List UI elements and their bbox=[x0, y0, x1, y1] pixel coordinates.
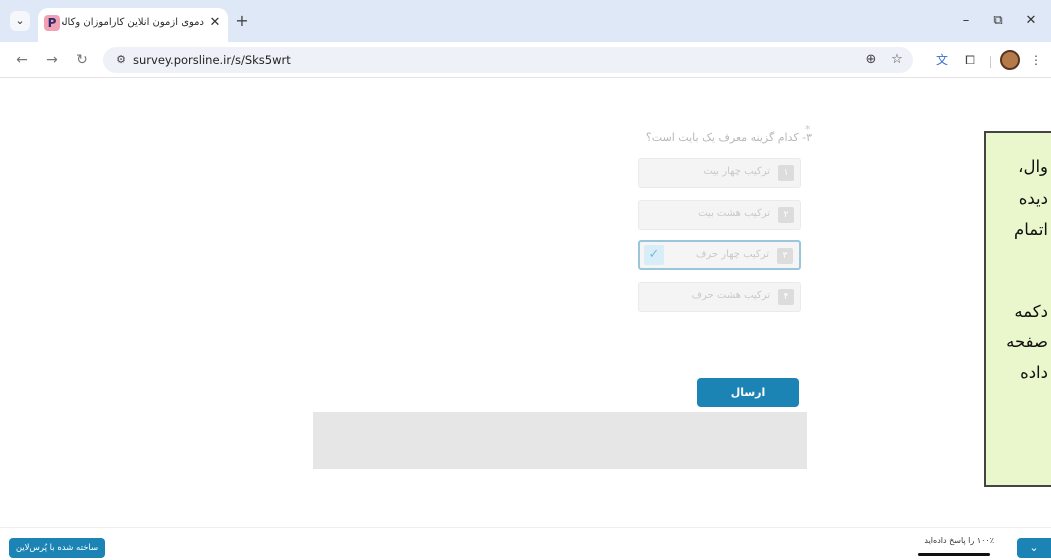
browser-tab[interactable]: P دموی آزمون آنلاین کارآموزان وکالت ✕ bbox=[38, 8, 228, 42]
new-tab-icon[interactable]: + bbox=[233, 12, 251, 30]
progress-bar bbox=[918, 553, 990, 556]
tab-title: دموی آزمون آنلاین کارآموزان وکالت bbox=[62, 17, 204, 28]
porsline-favicon-icon: P bbox=[44, 15, 60, 31]
tab-close-icon[interactable]: ✕ bbox=[206, 14, 224, 32]
toolbar-divider bbox=[990, 56, 991, 68]
site-info-icon[interactable]: ⚙ bbox=[111, 50, 131, 70]
translate-icon[interactable]: 文 bbox=[932, 50, 952, 70]
option-label: ترکیب هشت بیت bbox=[698, 208, 770, 219]
profile-avatar[interactable] bbox=[1000, 50, 1020, 70]
url-text[interactable]: survey.porsline.ir/s/Sks5wrt bbox=[133, 53, 291, 67]
option-number: ۴ bbox=[778, 289, 794, 305]
reload-icon[interactable]: ↻ bbox=[72, 50, 92, 70]
forward-icon[interactable]: → bbox=[42, 50, 62, 70]
survey-page: * ۳- کدام گزینه معرف یک بایت است؟ ۱ ترکی… bbox=[0, 79, 1051, 526]
option-number: ۲ bbox=[778, 207, 794, 223]
option-3[interactable]: ✓ ۳ ترکیب چهار حرف bbox=[638, 240, 801, 270]
chevron-down-icon: ⌄ bbox=[1029, 541, 1039, 554]
progress-text: ۱۰۰٪ را پاسخ داده‌اید bbox=[924, 536, 994, 545]
extensions-icon[interactable]: ⧠ bbox=[960, 50, 980, 70]
option-label: ترکیب چهار بیت bbox=[703, 166, 770, 177]
window-close-icon[interactable]: ✕ bbox=[1019, 11, 1043, 31]
menu-icon[interactable]: ⋮ bbox=[1026, 50, 1046, 70]
note-line: اتمام bbox=[1014, 220, 1048, 239]
option-label: ترکیب چهار حرف bbox=[696, 249, 769, 260]
submit-button[interactable]: ارسال bbox=[697, 378, 799, 407]
note-overlay: وال، دیده اتمام دکمه صفحه داده bbox=[984, 131, 1051, 487]
check-icon: ✓ bbox=[644, 245, 664, 265]
option-1[interactable]: ۱ ترکیب چهار بیت bbox=[638, 158, 801, 188]
browser-toolbar: ← → ↻ ⚙ survey.porsline.ir/s/Sks5wrt ⊕ ☆… bbox=[0, 42, 1051, 78]
note-line: دیده bbox=[1018, 189, 1048, 208]
chevron-down-icon: ⌄ bbox=[15, 14, 25, 27]
option-label: ترکیب هشت حرف bbox=[691, 290, 770, 301]
bookmark-star-icon[interactable]: ☆ bbox=[887, 50, 907, 70]
option-4[interactable]: ۴ ترکیب هشت حرف bbox=[638, 282, 801, 312]
survey-footer: ساخته شده با پُرس‌لاین ۱۰۰٪ را پاسخ داده… bbox=[0, 527, 1051, 560]
porsline-brand-button[interactable]: ساخته شده با پُرس‌لاین bbox=[9, 538, 105, 558]
zoom-icon[interactable]: ⊕ bbox=[861, 50, 881, 70]
note-line: وال، bbox=[1018, 157, 1048, 176]
option-number: ۱ bbox=[778, 165, 794, 181]
minimize-icon[interactable]: – bbox=[954, 11, 978, 31]
next-question-button[interactable]: ⌄ bbox=[1017, 538, 1051, 558]
browser-tab-strip: ⌄ P دموی آزمون آنلاین کارآموزان وکالت ✕ … bbox=[0, 0, 1051, 42]
address-bar[interactable]: ⚙ survey.porsline.ir/s/Sks5wrt ⊕ ☆ bbox=[103, 47, 913, 73]
option-number: ۳ bbox=[777, 248, 793, 264]
option-2[interactable]: ۲ ترکیب هشت بیت bbox=[638, 200, 801, 230]
back-icon[interactable]: ← bbox=[12, 50, 32, 70]
note-line: صفحه bbox=[1006, 332, 1048, 351]
tab-list-button[interactable]: ⌄ bbox=[10, 11, 30, 31]
note-line: دکمه bbox=[1014, 302, 1048, 321]
blank-panel bbox=[313, 412, 807, 469]
progress-fill bbox=[918, 553, 990, 556]
note-line: داده bbox=[1020, 363, 1048, 382]
question-title: ۳- کدام گزینه معرف یک بایت است؟ bbox=[645, 131, 812, 144]
restore-icon[interactable]: ⧉ bbox=[986, 11, 1010, 31]
